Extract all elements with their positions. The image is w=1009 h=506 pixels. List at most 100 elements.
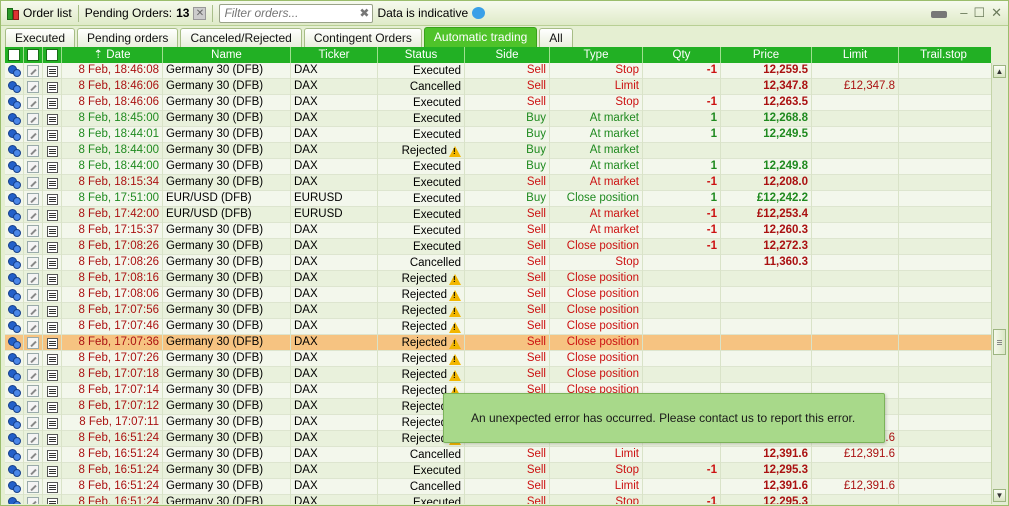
row-details-icon[interactable] xyxy=(43,399,62,415)
row-settings-icon[interactable] xyxy=(5,207,24,223)
table-row[interactable]: 8 Feb, 18:44:00 Germany 30 (DFB) DAX Reject… xyxy=(5,143,991,159)
header-doc-icon[interactable] xyxy=(43,47,62,63)
row-edit-icon[interactable] xyxy=(24,303,43,319)
row-settings-icon[interactable] xyxy=(5,335,24,351)
tab-executed[interactable]: Executed xyxy=(5,28,76,47)
column-header-trail-stop[interactable]: Trail.stop xyxy=(899,47,988,63)
info-bubble-icon[interactable] xyxy=(472,7,486,19)
scroll-down-icon[interactable]: ▼ xyxy=(993,489,1006,502)
table-row[interactable]: 8 Feb, 18:44:01 Germany 30 (DFB) DAX Execut… xyxy=(5,127,991,143)
table-row[interactable]: 8 Feb, 17:15:37 Germany 30 (DFB) DAX Execut… xyxy=(5,223,991,239)
row-edit-icon[interactable] xyxy=(24,383,43,399)
row-settings-icon[interactable] xyxy=(5,287,24,303)
row-details-icon[interactable] xyxy=(43,223,62,239)
row-edit-icon[interactable] xyxy=(24,95,43,111)
table-row[interactable]: 8 Feb, 16:51:24 Germany 30 (DFB) DAX Execut… xyxy=(5,463,991,479)
row-settings-icon[interactable] xyxy=(5,303,24,319)
row-edit-icon[interactable] xyxy=(24,479,43,495)
row-edit-icon[interactable] xyxy=(24,191,43,207)
row-edit-icon[interactable] xyxy=(24,271,43,287)
table-row[interactable]: 8 Feb, 17:51:00 EUR/USD (DFB) EURUSD Execut… xyxy=(5,191,991,207)
table-row[interactable]: 8 Feb, 16:51:24 Germany 30 (DFB) DAX Cancel… xyxy=(5,447,991,463)
close-icon[interactable]: ✕ xyxy=(991,5,1002,21)
tab-canceled-rejected[interactable]: Canceled/Rejected xyxy=(180,28,302,47)
row-settings-icon[interactable] xyxy=(5,399,24,415)
row-settings-icon[interactable] xyxy=(5,319,24,335)
row-settings-icon[interactable] xyxy=(5,191,24,207)
column-header-ticker[interactable]: Ticker xyxy=(291,47,378,63)
row-settings-icon[interactable] xyxy=(5,175,24,191)
row-edit-icon[interactable] xyxy=(24,159,43,175)
row-details-icon[interactable] xyxy=(43,463,62,479)
clear-filter-icon[interactable]: ✖ xyxy=(359,6,369,20)
row-edit-icon[interactable] xyxy=(24,239,43,255)
table-row[interactable]: 8 Feb, 18:46:06 Germany 30 (DFB) DAX Execut… xyxy=(5,95,991,111)
row-details-icon[interactable] xyxy=(43,495,62,504)
table-row[interactable]: 8 Feb, 18:45:00 Germany 30 (DFB) DAX Execut… xyxy=(5,111,991,127)
row-settings-icon[interactable] xyxy=(5,479,24,495)
table-row[interactable]: 8 Feb, 17:42:00 EUR/USD (DFB) EURUSD Execut… xyxy=(5,207,991,223)
row-details-icon[interactable] xyxy=(43,271,62,287)
column-header-type[interactable]: Type xyxy=(550,47,643,63)
print-icon[interactable] xyxy=(930,5,948,22)
row-details-icon[interactable] xyxy=(43,303,62,319)
column-header-side[interactable]: Side xyxy=(465,47,550,63)
row-edit-icon[interactable] xyxy=(24,143,43,159)
row-edit-icon[interactable] xyxy=(24,175,43,191)
row-settings-icon[interactable] xyxy=(5,143,24,159)
row-settings-icon[interactable] xyxy=(5,351,24,367)
table-row[interactable]: 8 Feb, 17:07:46 Germany 30 (DFB) DAX Reject… xyxy=(5,319,991,335)
row-details-icon[interactable] xyxy=(43,367,62,383)
row-details-icon[interactable] xyxy=(43,127,62,143)
table-row[interactable]: 8 Feb, 17:07:56 Germany 30 (DFB) DAX Reject… xyxy=(5,303,991,319)
vertical-scrollbar[interactable]: ▲ ▼ xyxy=(991,63,1006,504)
row-edit-icon[interactable] xyxy=(24,63,43,79)
row-settings-icon[interactable] xyxy=(5,447,24,463)
column-header-limit[interactable]: Limit xyxy=(812,47,899,63)
row-settings-icon[interactable] xyxy=(5,367,24,383)
row-settings-icon[interactable] xyxy=(5,463,24,479)
row-edit-icon[interactable] xyxy=(24,463,43,479)
row-details-icon[interactable] xyxy=(43,95,62,111)
row-settings-icon[interactable] xyxy=(5,127,24,143)
table-row[interactable]: 8 Feb, 18:46:08 Germany 30 (DFB) DAX Execut… xyxy=(5,63,991,79)
row-edit-icon[interactable] xyxy=(24,415,43,431)
row-details-icon[interactable] xyxy=(43,111,62,127)
column-header-qty[interactable]: Qty xyxy=(643,47,721,63)
table-row[interactable]: 8 Feb, 17:08:26 Germany 30 (DFB) DAX Execut… xyxy=(5,239,991,255)
row-settings-icon[interactable] xyxy=(5,431,24,447)
row-details-icon[interactable] xyxy=(43,63,62,79)
tab-automatic-trading[interactable]: Automatic trading xyxy=(423,27,538,47)
row-edit-icon[interactable] xyxy=(24,447,43,463)
table-row[interactable]: 8 Feb, 18:44:00 Germany 30 (DFB) DAX Execut… xyxy=(5,159,991,175)
row-edit-icon[interactable] xyxy=(24,431,43,447)
column-header-status[interactable]: Status xyxy=(378,47,465,63)
table-row[interactable]: 8 Feb, 17:07:26 Germany 30 (DFB) DAX Reject… xyxy=(5,351,991,367)
table-row[interactable]: 8 Feb, 17:08:26 Germany 30 (DFB) DAX Cancel… xyxy=(5,255,991,271)
row-settings-icon[interactable] xyxy=(5,95,24,111)
row-settings-icon[interactable] xyxy=(5,79,24,95)
row-edit-icon[interactable] xyxy=(24,223,43,239)
maximize-icon[interactable]: ☐ xyxy=(973,5,985,21)
column-header-price[interactable]: Price xyxy=(721,47,812,63)
row-settings-icon[interactable] xyxy=(5,159,24,175)
row-edit-icon[interactable] xyxy=(24,287,43,303)
table-row[interactable]: 8 Feb, 16:51:24 Germany 30 (DFB) DAX Execut… xyxy=(5,495,991,504)
row-details-icon[interactable] xyxy=(43,79,62,95)
table-row[interactable]: 8 Feb, 16:51:24 Germany 30 (DFB) DAX Cancel… xyxy=(5,479,991,495)
header-select-icon[interactable] xyxy=(5,47,24,63)
filter-orders-input[interactable] xyxy=(220,4,353,22)
row-details-icon[interactable] xyxy=(43,207,62,223)
column-header-date[interactable]: ⇡ Date xyxy=(62,47,163,63)
row-details-icon[interactable] xyxy=(43,319,62,335)
row-settings-icon[interactable] xyxy=(5,223,24,239)
row-settings-icon[interactable] xyxy=(5,255,24,271)
row-edit-icon[interactable] xyxy=(24,367,43,383)
row-edit-icon[interactable] xyxy=(24,111,43,127)
row-settings-icon[interactable] xyxy=(5,271,24,287)
filter-orders-field[interactable]: ✖ xyxy=(219,3,374,23)
tab-pending-orders[interactable]: Pending orders xyxy=(77,28,179,47)
row-details-icon[interactable] xyxy=(43,143,62,159)
row-details-icon[interactable] xyxy=(43,479,62,495)
row-details-icon[interactable] xyxy=(43,159,62,175)
